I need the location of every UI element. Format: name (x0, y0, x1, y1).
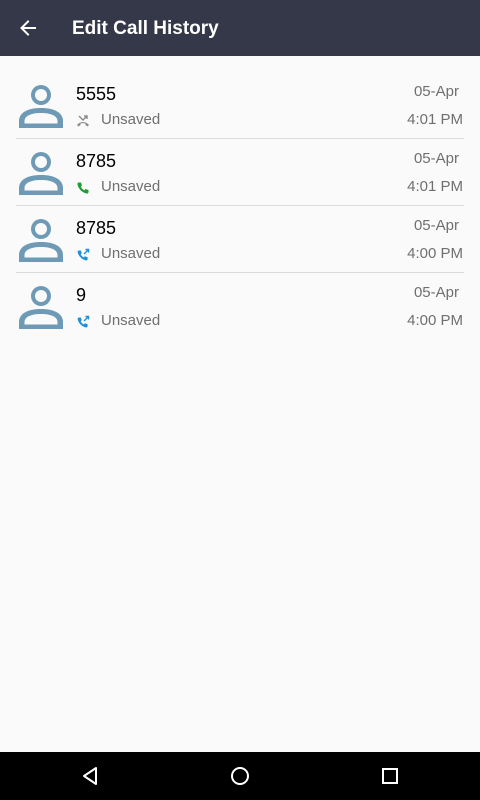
call-row[interactable]: 8785 Unsaved 05-Apr 4:01 PM (0, 139, 480, 206)
contact-avatar-icon (19, 152, 63, 195)
contact-avatar-icon (19, 219, 63, 262)
missed-call-icon (77, 115, 89, 127)
nav-back-icon (83, 767, 97, 785)
contact-status: Unsaved (101, 178, 161, 195)
system-navigation-bar (0, 752, 480, 800)
nav-home-icon (231, 767, 249, 785)
call-date: 05-Apr (413, 284, 459, 301)
call-history-list: 5555 Unsaved 05-Apr 4:01 PM 8785 Unsaved… (0, 72, 480, 340)
call-row[interactable]: 5555 Unsaved 05-Apr 4:01 PM (0, 72, 480, 139)
outgoing-call-icon (77, 248, 90, 261)
call-time: 4:00 PM (407, 245, 463, 262)
call-date: 05-Apr (413, 83, 459, 100)
call-time: 4:01 PM (407, 111, 463, 128)
phone-number: 8785 (76, 151, 117, 171)
incoming-call-icon (77, 182, 89, 194)
call-time: 4:00 PM (407, 312, 463, 329)
outgoing-call-icon (77, 315, 90, 328)
contact-status: Unsaved (101, 312, 161, 329)
call-time: 4:01 PM (407, 178, 463, 195)
call-row[interactable]: 9 Unsaved 05-Apr 4:00 PM (0, 273, 480, 340)
contact-avatar-icon (19, 85, 63, 128)
call-row[interactable]: 8785 Unsaved 05-Apr 4:00 PM (0, 206, 480, 273)
nav-back-button[interactable] (60, 756, 120, 796)
phone-number: 8785 (76, 218, 117, 238)
page-title: Edit Call History (72, 18, 219, 39)
nav-recents-button[interactable] (360, 756, 420, 796)
arrow-back-icon (20, 20, 36, 36)
phone-number: 9 (76, 285, 87, 305)
call-date: 05-Apr (413, 150, 459, 167)
nav-recents-icon (382, 768, 398, 784)
contact-status: Unsaved (101, 111, 161, 128)
contact-status: Unsaved (101, 245, 161, 262)
back-button[interactable] (8, 8, 48, 48)
nav-home-button[interactable] (210, 756, 270, 796)
phone-number: 5555 (76, 84, 117, 104)
contact-avatar-icon (19, 286, 63, 329)
app-bar: Edit Call History (0, 0, 480, 56)
call-date: 05-Apr (413, 217, 459, 234)
